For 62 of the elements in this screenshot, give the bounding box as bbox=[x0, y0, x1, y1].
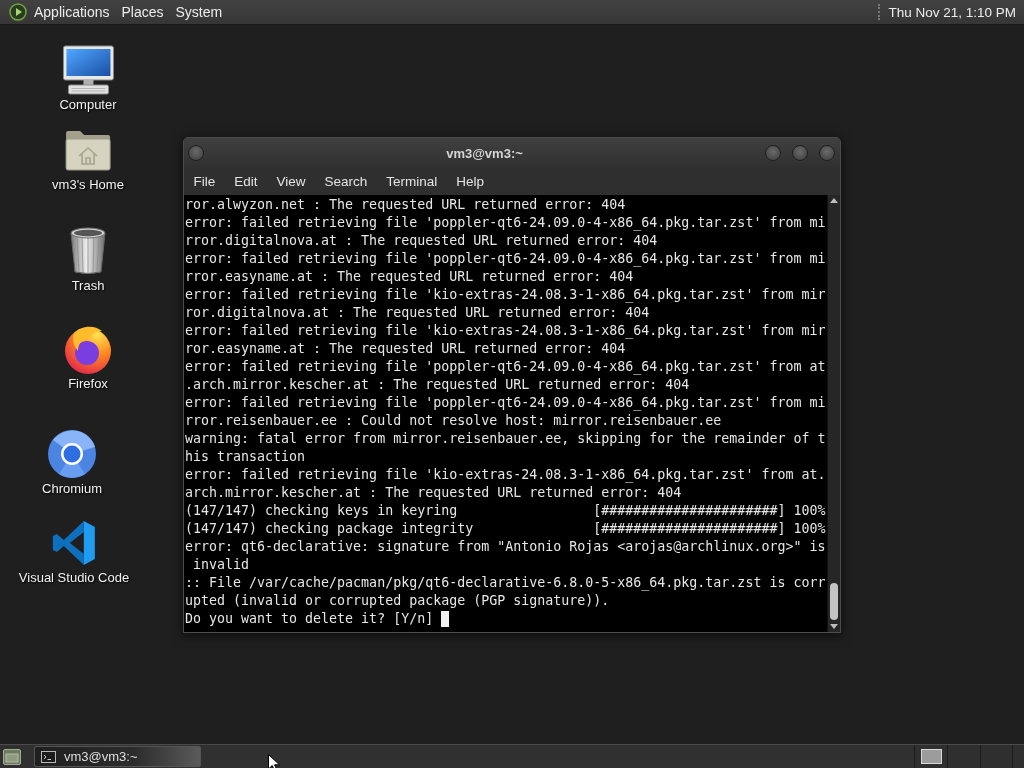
scrollbar[interactable] bbox=[827, 195, 840, 632]
menu-item[interactable]: File bbox=[184, 171, 225, 192]
panel-menu[interactable]: Applications bbox=[28, 1, 116, 23]
maximize-button[interactable] bbox=[792, 145, 808, 161]
mouse-pointer-icon bbox=[268, 754, 280, 768]
terminal-line: error: failed retrieving file 'kio-extras-24.08.3-1-x86_64.pkg.tar.zst' from mir bbox=[185, 322, 826, 340]
terminal-icon bbox=[41, 750, 56, 763]
desktop-shortcut[interactable]: Chromium bbox=[42, 429, 102, 497]
terminal-line: ror.digitalnova.at : The requested URL returned error: 404 bbox=[185, 304, 650, 322]
terminal-line: error: failed retrieving file 'poppler-qt6-24.09.0-4-x86_64.pkg.tar.zst' from mi bbox=[185, 214, 826, 232]
menu-item[interactable]: View bbox=[267, 171, 316, 192]
window-miniature-icon bbox=[920, 749, 942, 764]
terminal-line: rror.digitalnova.at : The requested URL returned error: 404 bbox=[185, 232, 658, 250]
play-circle-icon[interactable] bbox=[9, 3, 27, 21]
menu-item[interactable]: Help bbox=[446, 171, 494, 192]
terminal-line: error: failed retrieving file 'poppler-qt6-24.09.0-4-x86_64.pkg.tar.zst' from mi bbox=[185, 394, 826, 412]
terminal-line: .arch.mirror.kescher.at : The requested URL returned error: 404 bbox=[185, 376, 690, 394]
desktop-shortcut[interactable]: Computer bbox=[59, 45, 117, 113]
terminal-line: error: failed retrieving file 'poppler-qt6-24.09.0-4-x86_64.pkg.tar.zst' from at bbox=[185, 358, 826, 376]
taskbar-button[interactable]: vm3@vm3:~ bbox=[34, 746, 201, 767]
menu-item[interactable]: Edit bbox=[224, 171, 268, 192]
terminal-line: error: failed retrieving file 'poppler-qt6-24.09.0-4-x86_64.pkg.tar.zst' from mi bbox=[185, 250, 826, 268]
trash-icon[interactable] bbox=[69, 227, 107, 275]
terminal-line: warning: fatal error from mirror.reisenbauer.ee, skipping for the remainder of t bbox=[185, 430, 826, 448]
desktop-shortcut[interactable]: vm3's Home bbox=[52, 125, 124, 193]
desktop-shortcut[interactable]: Firefox bbox=[64, 324, 112, 392]
clock[interactable]: Thu Nov 21, 1:10 PM bbox=[888, 4, 1020, 20]
terminal-line: upted (invalid or corrupted package (PGP signature)). bbox=[185, 592, 610, 610]
terminal-line: rror.reisenbauer.ee : Could not resolve host: mirror.reisenbauer.ee bbox=[185, 412, 722, 430]
terminal-line: :: File /var/cache/pacman/pkg/qt6-declarative-6.8.0-5-x86_64.pkg.tar.zst is corr bbox=[185, 574, 826, 592]
terminal-line: ror.alwyzon.net : The requested URL returned error: 404 bbox=[185, 196, 626, 214]
ribbon-icon[interactable] bbox=[52, 520, 96, 566]
terminal-line: error: failed retrieving file 'kio-extras-24.08.3-1-x86_64.pkg.tar.zst' from at. bbox=[185, 466, 826, 484]
desktop-shortcut[interactable]: Visual Studio Code bbox=[18, 518, 130, 586]
panel-menu[interactable]: Places bbox=[115, 1, 170, 23]
terminal-line: rror.easyname.at : The requested URL returned error: 404 bbox=[185, 268, 634, 286]
terminal-line: arch.mirror.kescher.at : The requested URL returned error: 404 bbox=[185, 484, 682, 502]
terminal-line: (147/147) checking keys in keyring [######################] 100% bbox=[185, 502, 826, 520]
menu-item[interactable]: Terminal bbox=[376, 171, 447, 192]
flame-globe-icon[interactable] bbox=[64, 324, 112, 374]
block-cursor-icon bbox=[441, 611, 450, 627]
menu-item[interactable]: Search bbox=[315, 171, 377, 192]
scrollbar-thumb[interactable] bbox=[830, 583, 838, 620]
panel-menu[interactable]: System bbox=[169, 1, 229, 23]
terminal-line: error: failed retrieving file 'kio-extras-24.08.3-1-x86_64.pkg.tar.zst' from mir bbox=[185, 286, 826, 304]
terminal-line: error: qt6-declarative: signature from "Antonio Rojas <arojas@archlinux.org>" is bbox=[185, 538, 826, 556]
ring-disc-icon[interactable] bbox=[47, 429, 97, 479]
home-folder-icon[interactable] bbox=[65, 129, 111, 171]
desktop-shortcut[interactable]: Trash bbox=[69, 226, 107, 294]
close-button[interactable] bbox=[819, 145, 835, 161]
terminal-line: his transaction bbox=[185, 448, 306, 466]
terminal-line: invalid bbox=[192, 556, 250, 574]
terminal-line: (147/147) checking package integrity [######################] 100% bbox=[185, 520, 826, 538]
window-title: vm3@vm3:~ bbox=[445, 145, 524, 161]
minimize-button[interactable] bbox=[765, 145, 781, 161]
scroll-up-icon[interactable] bbox=[830, 198, 838, 203]
monitor-icon[interactable] bbox=[62, 45, 114, 95]
scroll-down-icon[interactable] bbox=[830, 624, 838, 629]
desktop-icon[interactable] bbox=[3, 748, 21, 765]
terminal-line: Do you want to delete it? [Y/n] bbox=[185, 610, 434, 628]
terminal-line: ror.easyname.at : The requested URL returned error: 404 bbox=[185, 340, 626, 358]
window-menu-button[interactable] bbox=[188, 145, 204, 161]
